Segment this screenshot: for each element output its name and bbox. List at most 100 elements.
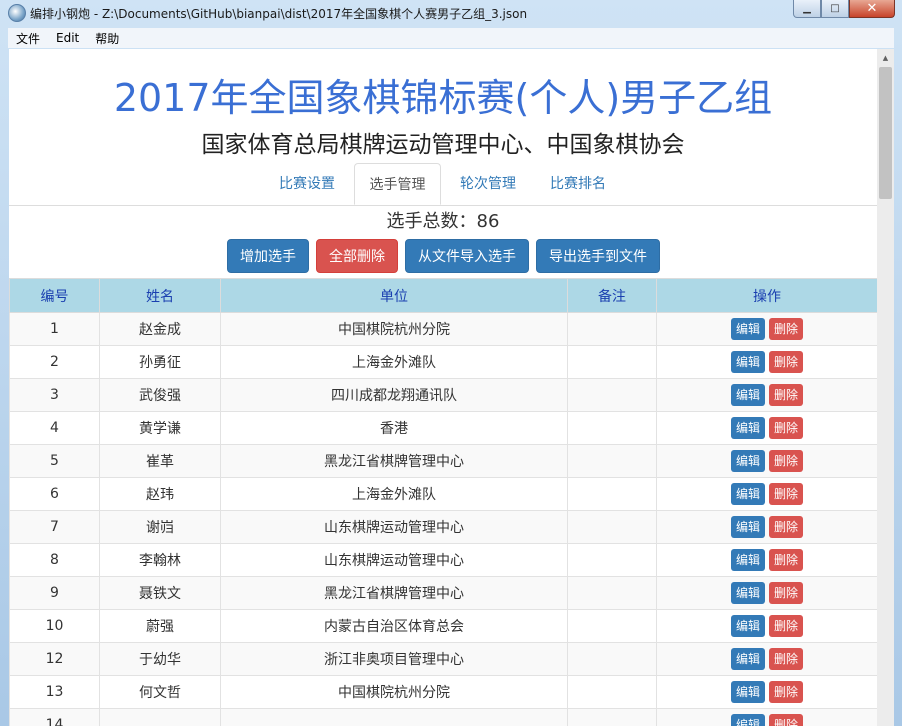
header-note: 备注: [567, 278, 657, 313]
cell-name: 于幼华: [99, 642, 221, 676]
edit-button[interactable]: 编辑: [730, 483, 765, 505]
delete-button[interactable]: 删除: [769, 351, 804, 373]
cell-name: 孙勇征: [99, 345, 221, 379]
edit-button[interactable]: 编辑: [730, 450, 765, 472]
cell-unit: 上海金外滩队: [220, 477, 568, 511]
cell-actions: 编辑 删除: [656, 510, 877, 544]
close-button[interactable]: ✕: [849, 0, 895, 18]
cell-name: 崔革: [99, 444, 221, 478]
table-row: 10 蔚强 内蒙古自治区体育总会 编辑 删除: [9, 609, 877, 643]
delete-button[interactable]: 删除: [769, 318, 804, 340]
vertical-scrollbar[interactable]: ▲: [877, 49, 894, 726]
cell-actions: 编辑 删除: [656, 444, 877, 478]
edit-button[interactable]: 编辑: [730, 582, 765, 604]
edit-button[interactable]: 编辑: [730, 615, 765, 637]
delete-button[interactable]: 删除: [769, 516, 804, 538]
edit-button[interactable]: 编辑: [730, 318, 765, 340]
edit-button[interactable]: 编辑: [730, 714, 765, 726]
cell-note: [567, 510, 657, 544]
minimize-button[interactable]: ▁: [793, 0, 821, 18]
cell-name: 赵金成: [99, 312, 221, 346]
menu-help[interactable]: 帮助: [87, 30, 127, 47]
cell-note: [567, 378, 657, 412]
table-row: 2 孙勇征 上海金外滩队 编辑 删除: [9, 345, 877, 379]
scroll-up-icon[interactable]: ▲: [877, 49, 894, 66]
menu-file[interactable]: 文件: [8, 30, 48, 47]
table-row: 13 何文哲 中国棋院杭州分院 编辑 删除: [9, 675, 877, 709]
cell-id: 8: [9, 543, 100, 577]
cell-id: 3: [9, 378, 100, 412]
menu-edit[interactable]: Edit: [48, 31, 87, 45]
cell-name: 黄学谦: [99, 411, 221, 445]
table-body: 1 赵金成 中国棋院杭州分院 编辑 删除 2 孙勇征 上海金外滩队 编辑 删除 3 武俊强 四川成都龙翔…: [9, 312, 877, 726]
maximize-button[interactable]: □: [821, 0, 849, 18]
cell-name: 聂铁文: [99, 576, 221, 610]
delete-button[interactable]: 删除: [769, 582, 804, 604]
table-row: 14 编辑 删除: [9, 708, 877, 726]
delete-button[interactable]: 删除: [769, 450, 804, 472]
delete-button[interactable]: 删除: [769, 615, 804, 637]
delete-button[interactable]: 删除: [769, 714, 804, 726]
cell-note: [567, 609, 657, 643]
delete-button[interactable]: 删除: [769, 648, 804, 670]
cell-unit: [220, 708, 568, 726]
cell-name: 赵玮: [99, 477, 221, 511]
cell-unit: 香港: [220, 411, 568, 445]
cell-id: 13: [9, 675, 100, 709]
page-subtitle: 国家体育总局棋牌运动管理中心、中国象棋协会: [201, 132, 685, 158]
cell-actions: 编辑 删除: [656, 345, 877, 379]
cell-unit: 内蒙古自治区体育总会: [220, 609, 568, 643]
edit-button[interactable]: 编辑: [730, 549, 765, 571]
cell-unit: 四川成都龙翔通讯队: [220, 378, 568, 412]
window-title: 编排小钢炮 - Z:\Documents\GitHub\bianpai\dist…: [30, 7, 528, 21]
tab-ranking[interactable]: 比赛排名: [535, 163, 621, 205]
add-player-button[interactable]: 增加选手: [227, 239, 309, 273]
export-players-button[interactable]: 导出选手到文件: [536, 239, 660, 273]
tab-round-management[interactable]: 轮次管理: [445, 163, 531, 205]
tab-bar: 比赛设置 选手管理 轮次管理 比赛排名: [9, 163, 877, 206]
cell-unit: 山东棋牌运动管理中心: [220, 510, 568, 544]
cell-actions: 编辑 删除: [656, 378, 877, 412]
cell-actions: 编辑 删除: [656, 708, 877, 726]
delete-button[interactable]: 删除: [769, 483, 804, 505]
import-players-button[interactable]: 从文件导入选手: [405, 239, 529, 273]
action-toolbar: 增加选手 全部删除 从文件导入选手 导出选手到文件: [9, 239, 877, 273]
header-id: 编号: [9, 278, 100, 313]
delete-all-button[interactable]: 全部删除: [316, 239, 398, 273]
edit-button[interactable]: 编辑: [730, 417, 765, 439]
cell-id: 2: [9, 345, 100, 379]
cell-id: 4: [9, 411, 100, 445]
delete-button[interactable]: 删除: [769, 549, 804, 571]
delete-button[interactable]: 删除: [769, 417, 804, 439]
cell-note: [567, 708, 657, 726]
table-row: 6 赵玮 上海金外滩队 编辑 删除: [9, 477, 877, 511]
cell-id: 5: [9, 444, 100, 478]
edit-button[interactable]: 编辑: [730, 384, 765, 406]
cell-id: 7: [9, 510, 100, 544]
cell-note: [567, 477, 657, 511]
cell-note: [567, 345, 657, 379]
edit-button[interactable]: 编辑: [730, 351, 765, 373]
edit-button[interactable]: 编辑: [730, 648, 765, 670]
cell-note: [567, 312, 657, 346]
page-title: 2017年全国象棋锦标赛(个人)男子乙组: [113, 76, 773, 120]
app-window: 编排小钢炮 - Z:\Documents\GitHub\bianpai\dist…: [0, 0, 902, 726]
cell-id: 10: [9, 609, 100, 643]
edit-button[interactable]: 编辑: [730, 516, 765, 538]
scroll-thumb[interactable]: [879, 67, 892, 199]
cell-note: [567, 543, 657, 577]
edit-button[interactable]: 编辑: [730, 681, 765, 703]
cell-actions: 编辑 删除: [656, 675, 877, 709]
table-row: 12 于幼华 浙江非奥项目管理中心 编辑 删除: [9, 642, 877, 676]
header-actions: 操作: [656, 278, 877, 313]
table-row: 5 崔革 黑龙江省棋牌管理中心 编辑 删除: [9, 444, 877, 478]
tab-match-settings[interactable]: 比赛设置: [264, 163, 350, 205]
tab-player-management[interactable]: 选手管理: [354, 163, 441, 205]
title-bar[interactable]: 编排小钢炮 - Z:\Documents\GitHub\bianpai\dist…: [0, 0, 902, 26]
delete-button[interactable]: 删除: [769, 384, 804, 406]
cell-actions: 编辑 删除: [656, 576, 877, 610]
cell-name: 蔚强: [99, 609, 221, 643]
delete-button[interactable]: 删除: [769, 681, 804, 703]
cell-actions: 编辑 删除: [656, 477, 877, 511]
cell-id: 1: [9, 312, 100, 346]
